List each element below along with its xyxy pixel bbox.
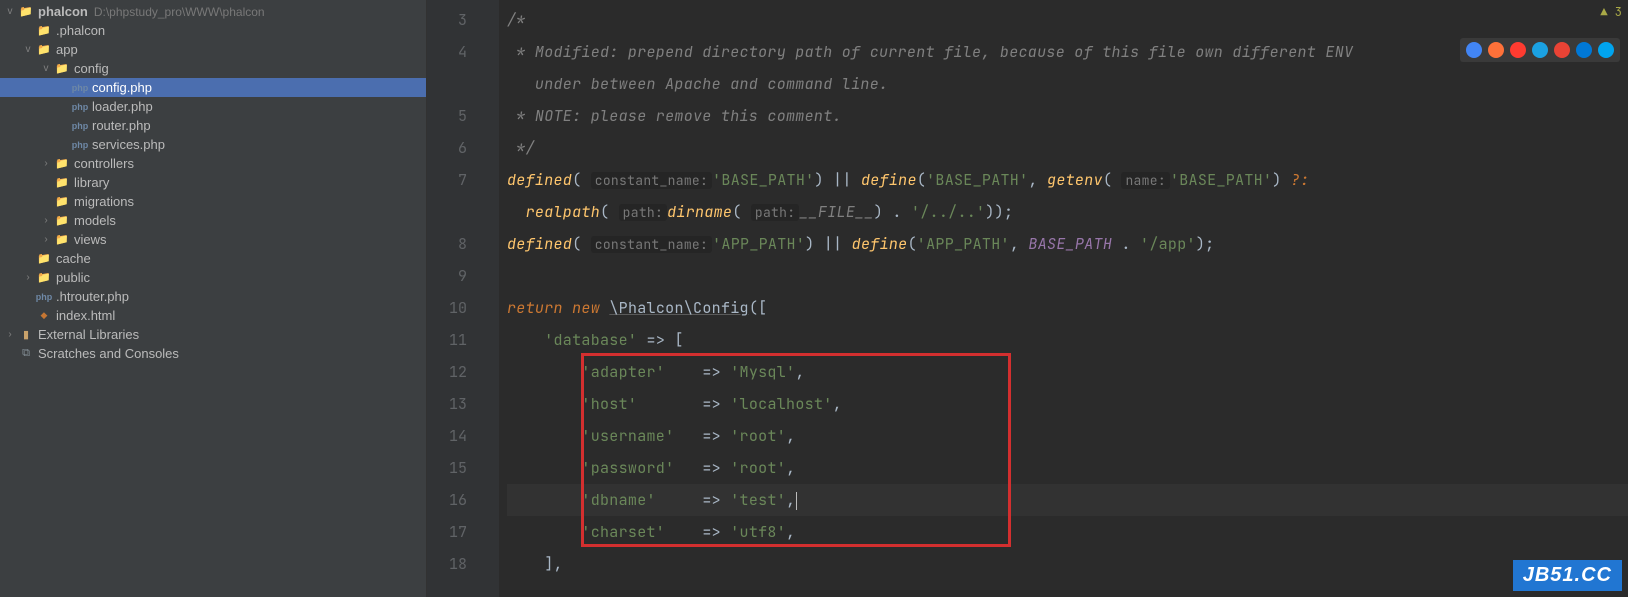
folder-icon: 📁	[36, 270, 52, 286]
line-number: 11	[427, 324, 467, 356]
browser-icon[interactable]	[1576, 42, 1592, 58]
line-gutter: 34 567 89101112131415161718	[427, 0, 485, 597]
line-number: 16	[427, 484, 467, 516]
folder-icon: 📁	[54, 156, 70, 172]
text-cursor	[796, 492, 797, 510]
folder-icon: 📁	[54, 175, 70, 191]
php-file-icon: php	[72, 137, 88, 153]
chevron-right-icon: ›	[4, 329, 16, 340]
line-number	[427, 196, 467, 228]
browser-icon[interactable]	[1598, 42, 1614, 58]
tree-item-router-php[interactable]: phprouter.php	[0, 116, 426, 135]
folder-icon: 📁	[54, 213, 70, 229]
line-number: 5	[427, 100, 467, 132]
tree-item--htrouter-php[interactable]: php.htrouter.php	[0, 287, 426, 306]
line-number: 17	[427, 516, 467, 548]
php-file-icon: php	[72, 99, 88, 115]
tree-item-migrations[interactable]: 📁migrations	[0, 192, 426, 211]
fold-column[interactable]	[485, 0, 499, 597]
line-number: 13	[427, 388, 467, 420]
line-number: 8	[427, 228, 467, 260]
warning-indicator[interactable]: ▲ 3	[1600, 4, 1622, 20]
tree-item-controllers[interactable]: ›📁controllers	[0, 154, 426, 173]
folder-icon: 📁	[36, 251, 52, 267]
browser-icon[interactable]	[1488, 42, 1504, 58]
chevron-icon: ›	[40, 215, 52, 226]
browser-preview-icons[interactable]	[1460, 38, 1620, 62]
external-libraries[interactable]: › ▮ External Libraries	[0, 325, 426, 344]
tree-item-public[interactable]: ›📁public	[0, 268, 426, 287]
folder-icon: 📁	[54, 194, 70, 210]
tree-item-models[interactable]: ›📁models	[0, 211, 426, 230]
folder-icon: 📁	[36, 42, 52, 58]
php-file-icon: php	[72, 80, 88, 96]
line-number: 10	[427, 292, 467, 324]
tree-item-services-php[interactable]: phpservices.php	[0, 135, 426, 154]
code-area[interactable]: /* * Modified: prepend directory path of…	[499, 0, 1628, 597]
tree-item-config[interactable]: v📁config	[0, 59, 426, 78]
scratch-icon: ⧉	[18, 346, 34, 362]
php-file-icon: php	[72, 118, 88, 134]
line-number: 3	[427, 4, 467, 36]
code-editor[interactable]: 34 567 89101112131415161718 /* * Modified:…	[427, 0, 1628, 597]
folder-icon: 📁	[54, 61, 70, 77]
tree-item-app[interactable]: v📁app	[0, 40, 426, 59]
line-number: 14	[427, 420, 467, 452]
line-number: 9	[427, 260, 467, 292]
chevron-icon: ›	[40, 234, 52, 245]
tree-item--phalcon[interactable]: 📁.phalcon	[0, 21, 426, 40]
folder-icon: 📁	[18, 4, 34, 20]
browser-icon[interactable]	[1510, 42, 1526, 58]
project-sidebar[interactable]: v 📁 phalcon D:\phpstudy_pro\WWW\phalcon …	[0, 0, 427, 597]
chevron-icon: v	[40, 63, 52, 74]
chevron-icon: v	[22, 44, 34, 55]
line-number: 4	[427, 36, 467, 68]
tree-item-loader-php[interactable]: phploader.php	[0, 97, 426, 116]
line-number: 7	[427, 164, 467, 196]
project-path: D:\phpstudy_pro\WWW\phalcon	[94, 5, 265, 19]
chevron-down-icon: v	[4, 6, 16, 17]
folder-icon: 📁	[36, 23, 52, 39]
folder-icon: 📁	[54, 232, 70, 248]
line-number: 15	[427, 452, 467, 484]
html-file-icon: ◆	[36, 308, 52, 324]
browser-icon[interactable]	[1466, 42, 1482, 58]
project-root[interactable]: v 📁 phalcon D:\phpstudy_pro\WWW\phalcon	[0, 2, 426, 21]
line-number: 18	[427, 548, 467, 580]
watermark: JB51.CC	[1513, 560, 1622, 591]
browser-icon[interactable]	[1554, 42, 1570, 58]
project-name: phalcon	[38, 4, 88, 19]
tree-item-index-html[interactable]: ◆index.html	[0, 306, 426, 325]
chevron-icon: ›	[22, 272, 34, 283]
line-number	[427, 68, 467, 100]
chevron-icon: ›	[40, 158, 52, 169]
tree-item-views[interactable]: ›📁views	[0, 230, 426, 249]
tree-item-config-php[interactable]: phpconfig.php	[0, 78, 426, 97]
line-number: 6	[427, 132, 467, 164]
browser-icon[interactable]	[1532, 42, 1548, 58]
library-icon: ▮	[18, 327, 34, 343]
line-number: 12	[427, 356, 467, 388]
tree-item-cache[interactable]: 📁cache	[0, 249, 426, 268]
php-file-icon: php	[36, 289, 52, 305]
scratches-consoles[interactable]: ⧉ Scratches and Consoles	[0, 344, 426, 363]
tree-item-library[interactable]: 📁library	[0, 173, 426, 192]
